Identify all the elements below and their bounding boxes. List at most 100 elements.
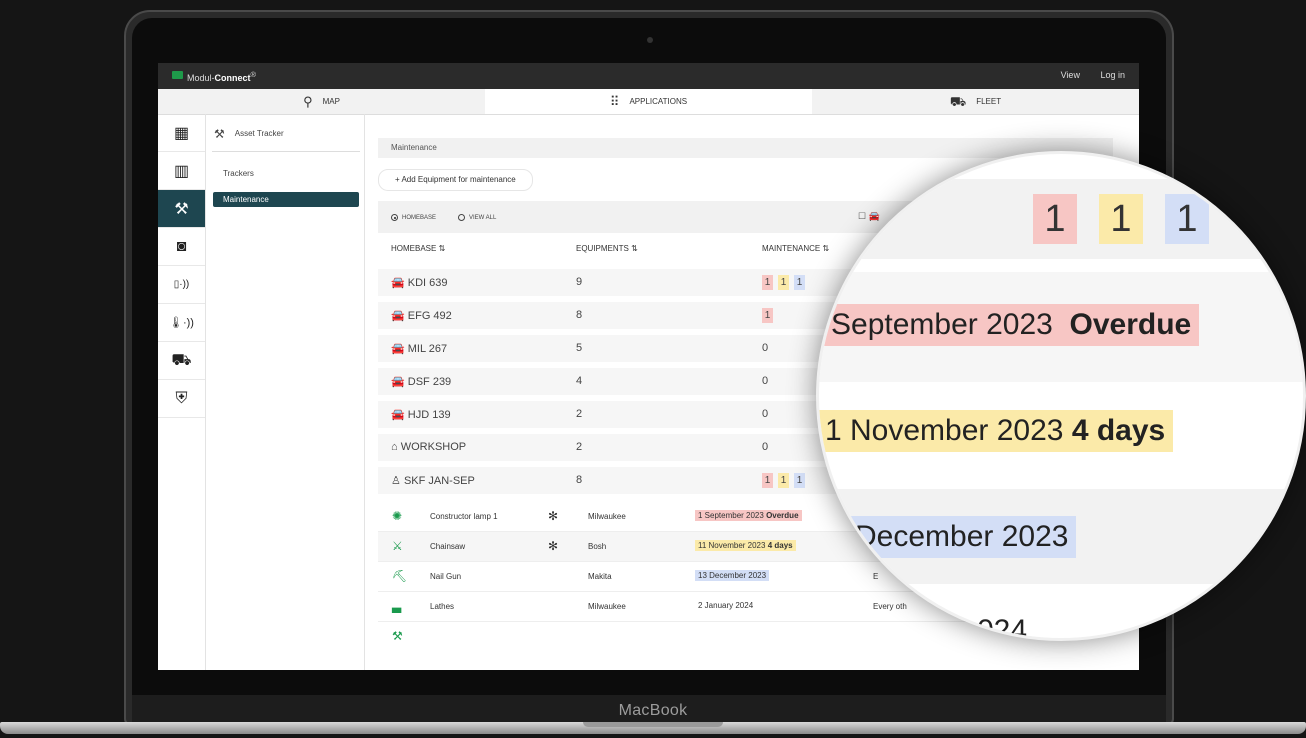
equipment-name: Chainsaw bbox=[430, 542, 466, 551]
lamp-icon: ✺ bbox=[392, 509, 403, 523]
homebase-name: WORKSHOP bbox=[400, 441, 467, 453]
maintenance-badges: 111 bbox=[762, 275, 805, 290]
homebase-cell: 🚘 HJD 139 bbox=[391, 408, 451, 421]
homebase-name: EFG 492 bbox=[407, 310, 452, 322]
rail-camera[interactable]: ◙ bbox=[158, 228, 205, 266]
date-text: 2 January 2024 bbox=[698, 601, 754, 610]
login-link[interactable]: Log in bbox=[1100, 70, 1125, 80]
nav-tabs: ⚲ MAP ⠿ APPLICATIONS ⛟ FLEET bbox=[158, 89, 1139, 115]
radio-unchecked-icon bbox=[458, 214, 465, 221]
radio-view-all[interactable]: VIEW ALL bbox=[458, 214, 496, 221]
logo-icon bbox=[172, 71, 183, 79]
temperature-icon: 🌡·)) bbox=[169, 317, 194, 329]
equipment-maker: Milwaukee bbox=[588, 512, 626, 521]
car-icon: 🚘 bbox=[391, 310, 405, 322]
subnav-item-maintenance[interactable]: Maintenance bbox=[213, 192, 359, 207]
homebase-name: DSF 239 bbox=[407, 376, 452, 388]
map-icon: ⚲ bbox=[303, 94, 313, 109]
maintenance-badges: 111 bbox=[762, 473, 805, 488]
chainsaw-icon: ⚔ bbox=[392, 539, 403, 553]
overdue-badge: 1 bbox=[762, 308, 773, 323]
maintenance-date: 13 December 2023 bbox=[695, 570, 770, 581]
date-text: 11 November 2023 bbox=[698, 541, 766, 550]
equipment-name: Lathes bbox=[430, 602, 455, 611]
overdue-badge: 1 bbox=[762, 275, 773, 290]
truck-icon: ⛟ bbox=[171, 351, 192, 369]
maintenance-date: 1 September 2023 Overdue bbox=[695, 510, 802, 521]
equipment-maker: Makita bbox=[588, 572, 612, 581]
maintenance-date: 2 January 2024 bbox=[695, 600, 756, 611]
tab-applications[interactable]: ⠿ APPLICATIONS bbox=[485, 89, 812, 114]
homebase-name: MIL 267 bbox=[407, 343, 448, 355]
homebase-cell: 🚘 EFG 492 bbox=[391, 309, 452, 322]
date-text: 1 November 2023 bbox=[825, 414, 1064, 447]
status-text: 4 days bbox=[767, 541, 793, 550]
equipments-count: 5 bbox=[576, 342, 583, 354]
maintenance-badges: 1 bbox=[762, 308, 773, 323]
shield-lock-icon: ⛨ bbox=[175, 389, 188, 407]
status-text: Overdue bbox=[766, 511, 799, 520]
top-bar: Modul-Connect® View Log in bbox=[158, 63, 1139, 89]
frequency-text: Every oth bbox=[873, 602, 907, 611]
homebase-name: KDI 639 bbox=[407, 277, 448, 289]
signal-icon: ▯·)) bbox=[173, 279, 190, 290]
equipment-name: Constructor lamp 1 bbox=[430, 512, 498, 521]
rail-temperature[interactable]: 🌡·)) bbox=[158, 304, 205, 342]
logo-prefix: Modul- bbox=[187, 73, 215, 83]
overdue-badge-zoomed: 1 bbox=[1033, 194, 1077, 244]
drill-icon: ⚒ bbox=[174, 200, 189, 218]
camera-icon: ◙ bbox=[176, 237, 187, 255]
add-equipment-button[interactable]: + Add Equipment for maintenance bbox=[378, 169, 533, 191]
equipments-count: 8 bbox=[576, 474, 583, 486]
rail-asset-tracker[interactable]: ⚒ bbox=[158, 190, 205, 228]
logo-strong: Connect bbox=[214, 73, 251, 83]
dashboard-icon: ▦ bbox=[173, 124, 190, 142]
rail-security[interactable]: ⛨ bbox=[158, 380, 205, 418]
view-link[interactable]: View bbox=[1061, 70, 1080, 80]
nail-gun-icon: ⛏ bbox=[392, 569, 408, 583]
list-scroll-edge bbox=[378, 650, 1113, 670]
date-text: September 2023 bbox=[831, 308, 1053, 341]
tab-fleet[interactable]: ⛟ FLEET bbox=[812, 89, 1139, 114]
equipment-maker: Bosh bbox=[588, 542, 607, 551]
car-icon: 🚘 bbox=[391, 409, 405, 421]
header-homebase[interactable]: HOMEBASE ⇅ bbox=[391, 244, 445, 253]
bluetooth-icon: ✻ bbox=[548, 539, 559, 553]
home-icon: ⌂ bbox=[391, 441, 398, 453]
subnav-item-trackers[interactable]: Trackers bbox=[213, 166, 359, 181]
rail-dashboard[interactable]: ▦ bbox=[158, 114, 205, 152]
rail-signal[interactable]: ▯·)) bbox=[158, 266, 205, 304]
equipment-name: Nail Gun bbox=[430, 572, 462, 581]
homebase-cell: 🚘 MIL 267 bbox=[391, 342, 447, 355]
overdue-badge: 1 bbox=[762, 473, 773, 488]
lathe-icon: ▃ bbox=[392, 599, 402, 613]
radio-homebase-label: HOMEBASE bbox=[402, 214, 437, 221]
magnifier-lens: 1 1 1 September 2023 Overdue 1 November … bbox=[816, 151, 1306, 641]
homebase-cell: 🚘 KDI 639 bbox=[391, 276, 448, 289]
tab-map[interactable]: ⚲ MAP bbox=[158, 89, 485, 114]
maintenance-count: 0 bbox=[762, 441, 769, 453]
radio-homebase[interactable]: HOMEBASE bbox=[391, 214, 436, 221]
car-icon: 🚘 bbox=[391, 376, 405, 388]
sub-navigation: ⚒ Asset Tracker Trackers Maintenance bbox=[206, 114, 365, 670]
header-equipments[interactable]: EQUIPMENTS ⇅ bbox=[576, 244, 638, 253]
app-logo[interactable]: Modul-Connect® bbox=[187, 70, 256, 83]
rail-buildings[interactable]: ▥ bbox=[158, 152, 205, 190]
maintenance-count: 0 bbox=[762, 408, 769, 420]
rail-truck[interactable]: ⛟ bbox=[158, 342, 205, 380]
maintenance-count: 0 bbox=[762, 375, 769, 387]
logo-mark: ® bbox=[250, 70, 257, 79]
bluetooth-icon: ✻ bbox=[548, 509, 559, 523]
scheduled-badge: 1 bbox=[794, 275, 805, 290]
partial-date-zoomed: 024 bbox=[977, 614, 1028, 641]
laptop-notch bbox=[583, 722, 723, 727]
equipment-maker: Milwaukee bbox=[588, 602, 626, 611]
tab-map-label: MAP bbox=[322, 97, 340, 106]
equipments-count: 8 bbox=[576, 309, 583, 321]
equipments-count: 4 bbox=[576, 375, 583, 387]
soon-date-zoomed: 1 November 2023 4 days bbox=[819, 410, 1174, 452]
date-text: 13 December 2023 bbox=[698, 571, 767, 580]
scheduled-date-zoomed: December 2023 bbox=[847, 516, 1077, 558]
equipments-count: 2 bbox=[576, 441, 583, 453]
tab-fleet-label: FLEET bbox=[976, 97, 1002, 106]
